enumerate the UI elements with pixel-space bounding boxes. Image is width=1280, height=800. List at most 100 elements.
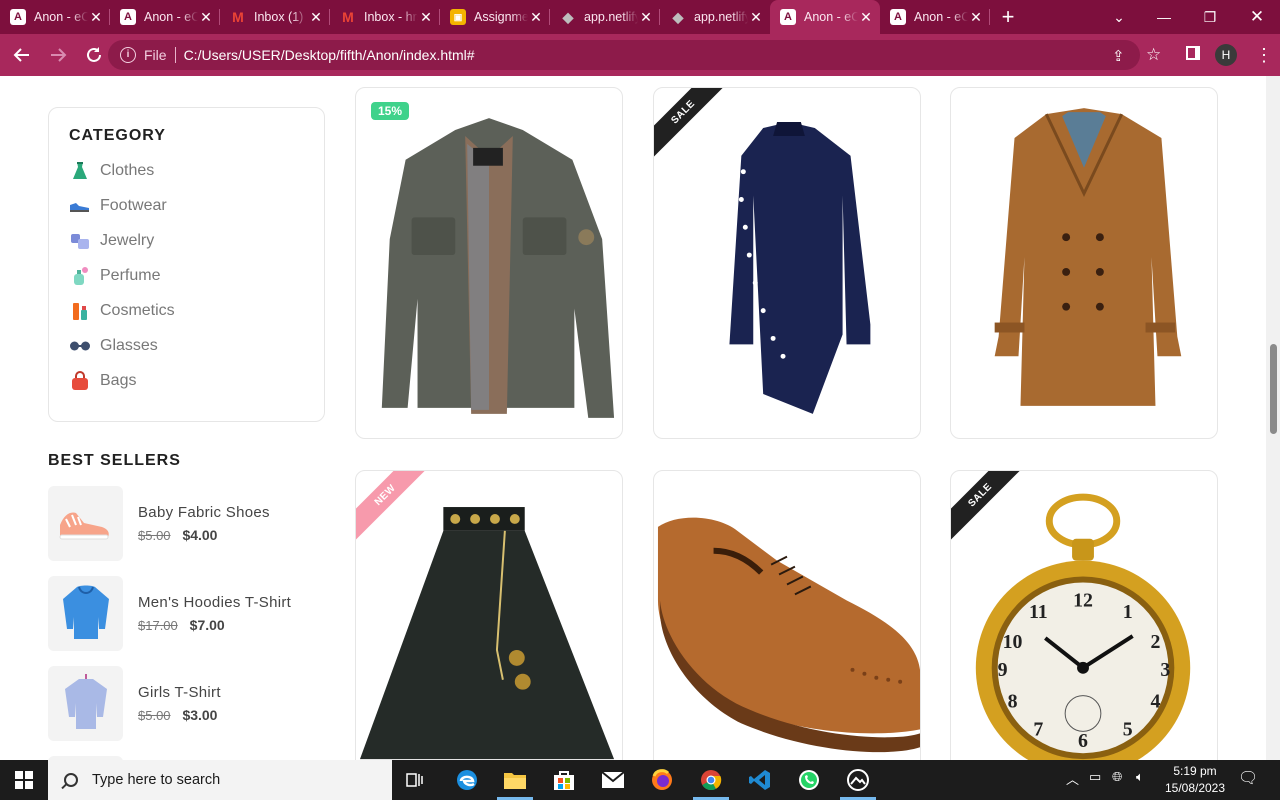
site-info-icon[interactable]: i [120, 47, 136, 63]
microsoft-store-icon[interactable] [540, 760, 588, 800]
scrollbar-thumb[interactable] [1270, 344, 1277, 434]
more-menu-icon[interactable]: ⋮ [1255, 42, 1273, 68]
price: $3.00 [182, 706, 218, 723]
bestseller-item[interactable]: Girls T-Shirt $5.00 $3.00 [48, 665, 328, 741]
category-item-jewelry[interactable]: Jewelry [69, 223, 304, 258]
taskbar-search-box[interactable]: Type here to search [48, 760, 392, 800]
close-tab-icon[interactable]: ✕ [88, 9, 104, 25]
mail-icon[interactable] [589, 760, 637, 800]
svg-text:4: 4 [1151, 691, 1161, 713]
browser-tab[interactable]: ▣ Assignment ✕ [440, 0, 550, 34]
share-icon[interactable]: ⇪ [1112, 47, 1125, 65]
category-label: Clothes [100, 161, 155, 179]
browser-tab[interactable]: A Anon - eCommerce ✕ [110, 0, 220, 34]
back-button[interactable] [6, 39, 38, 71]
product-card[interactable]: NEW [355, 470, 623, 760]
close-tab-icon[interactable]: ✕ [418, 9, 434, 25]
bookmark-star-icon[interactable]: ☆ [1146, 45, 1161, 65]
svg-text:1: 1 [1123, 601, 1133, 623]
category-item-bags[interactable]: Bags [69, 363, 304, 398]
edge-browser-icon[interactable] [443, 760, 491, 800]
product-card[interactable]: 15% [355, 87, 623, 439]
browser-tab[interactable]: M Inbox - hrsh ✕ [330, 0, 440, 34]
jacket-image [356, 88, 622, 438]
bestseller-item[interactable]: Men's Hoodies T-Shirt $17.00 $7.00 [48, 575, 328, 651]
browser-tab[interactable]: ◆ app.netlify.com ✕ [550, 0, 660, 34]
product-card[interactable] [653, 470, 921, 760]
category-label: Footwear [100, 196, 167, 214]
tab-title: Anon - eCommerce [804, 10, 858, 24]
category-item-cosmetics[interactable]: Cosmetics [69, 293, 304, 328]
browser-tab[interactable]: A Anon - eCommerce ✕ [880, 0, 990, 34]
close-tab-icon[interactable]: ✕ [748, 9, 764, 25]
cosmetics-icon [69, 300, 91, 322]
shirt-image [654, 88, 920, 438]
vscode-icon[interactable] [736, 760, 784, 800]
close-tab-icon[interactable]: ✕ [308, 9, 324, 25]
side-panel-icon[interactable] [1186, 46, 1200, 60]
bestseller-item[interactable]: Baby Fabric Shoes $5.00 $4.00 [48, 485, 328, 561]
browser-tab[interactable]: ◆ app.netlify.com ✕ [660, 0, 770, 34]
price: $4.00 [182, 526, 218, 543]
product-card[interactable]: SALE [653, 87, 921, 439]
category-item-perfume[interactable]: Perfume [69, 258, 304, 293]
svg-text:5: 5 [1123, 718, 1133, 740]
battery-icon[interactable]: ▭ [1089, 769, 1101, 785]
bestseller-name[interactable]: Men's Hoodies T-Shirt [138, 594, 291, 611]
clock-date: 15/08/2023 [1164, 781, 1226, 795]
tab-title: Assignment [474, 10, 528, 24]
glasses-icon [69, 335, 91, 357]
profile-avatar[interactable]: H [1215, 44, 1237, 66]
show-hidden-icons-chevron[interactable]: ︿ [1066, 769, 1079, 788]
whatsapp-icon[interactable] [785, 760, 833, 800]
task-view-icon[interactable] [392, 760, 440, 800]
system-clock[interactable]: 5:19 pm 15/08/2023 [1162, 763, 1228, 797]
notification-center-icon[interactable]: 🗨︎ [1238, 768, 1258, 788]
close-tab-icon[interactable]: ✕ [198, 9, 214, 25]
firefox-icon[interactable] [638, 760, 686, 800]
page-viewport: CATEGORY Clothes Footwear Jewelry Perfum… [0, 76, 1280, 760]
file-explorer-icon[interactable] [491, 760, 539, 800]
tab-divider [989, 9, 990, 25]
photos-app-icon[interactable] [834, 760, 882, 800]
url-text[interactable]: C:/Users/USER/Desktop/fifth/Anon/index.h… [184, 47, 475, 63]
reload-button[interactable] [78, 39, 110, 71]
bag-icon [69, 370, 91, 392]
address-bar[interactable]: i File C:/Users/USER/Desktop/fifth/Anon/… [108, 40, 1161, 70]
forward-button[interactable] [42, 39, 74, 71]
svg-text:6: 6 [1078, 730, 1088, 752]
close-tab-icon[interactable]: ✕ [638, 9, 654, 25]
new-tab-button[interactable]: + [990, 0, 1026, 34]
dress-icon [69, 160, 91, 182]
bestseller-name[interactable]: Girls T-Shirt [138, 684, 221, 701]
tab-search-chevron-icon[interactable]: ⌄ [1096, 0, 1142, 34]
discount-badge: 15% [371, 102, 410, 120]
category-panel: CATEGORY Clothes Footwear Jewelry Perfum… [48, 107, 325, 422]
restore-button[interactable]: ❐ [1187, 0, 1233, 34]
close-window-button[interactable]: ✕ [1234, 0, 1280, 34]
start-button[interactable] [0, 760, 48, 800]
volume-icon[interactable]: 🔈︎ [1136, 769, 1144, 785]
tab-title: Anon - eCommerce [144, 10, 198, 24]
baby-shoes-image [48, 485, 123, 561]
category-item-glasses[interactable]: Glasses [69, 328, 304, 363]
anon-logo-icon: A [120, 9, 136, 25]
close-tab-icon[interactable]: ✕ [858, 9, 874, 25]
browser-tab-active[interactable]: A Anon - eCommerce ✕ [770, 0, 880, 34]
close-tab-icon[interactable]: ✕ [528, 9, 544, 25]
category-item-footwear[interactable]: Footwear [69, 188, 304, 223]
tab-title: Anon - eCommerce [914, 10, 968, 24]
browser-tab[interactable]: A Anon - eCommerce ✕ [0, 0, 110, 34]
category-item-clothes[interactable]: Clothes [69, 153, 304, 188]
bestseller-name[interactable]: Baby Fabric Shoes [138, 504, 270, 521]
page-scrollbar[interactable] [1266, 76, 1280, 760]
svg-text:10: 10 [1003, 631, 1023, 653]
tab-title: Inbox (1) [254, 10, 304, 24]
close-tab-icon[interactable]: ✕ [968, 9, 984, 25]
product-card[interactable]: 12 1 2 345 678 9 10 11 SALE [950, 470, 1218, 760]
chrome-icon[interactable] [687, 760, 735, 800]
minimize-button[interactable]: — [1141, 0, 1187, 34]
network-globe-icon[interactable]: 🌐︎ [1112, 769, 1122, 785]
browser-tab[interactable]: M Inbox (1) ✕ [220, 0, 330, 34]
product-card[interactable] [950, 87, 1218, 439]
